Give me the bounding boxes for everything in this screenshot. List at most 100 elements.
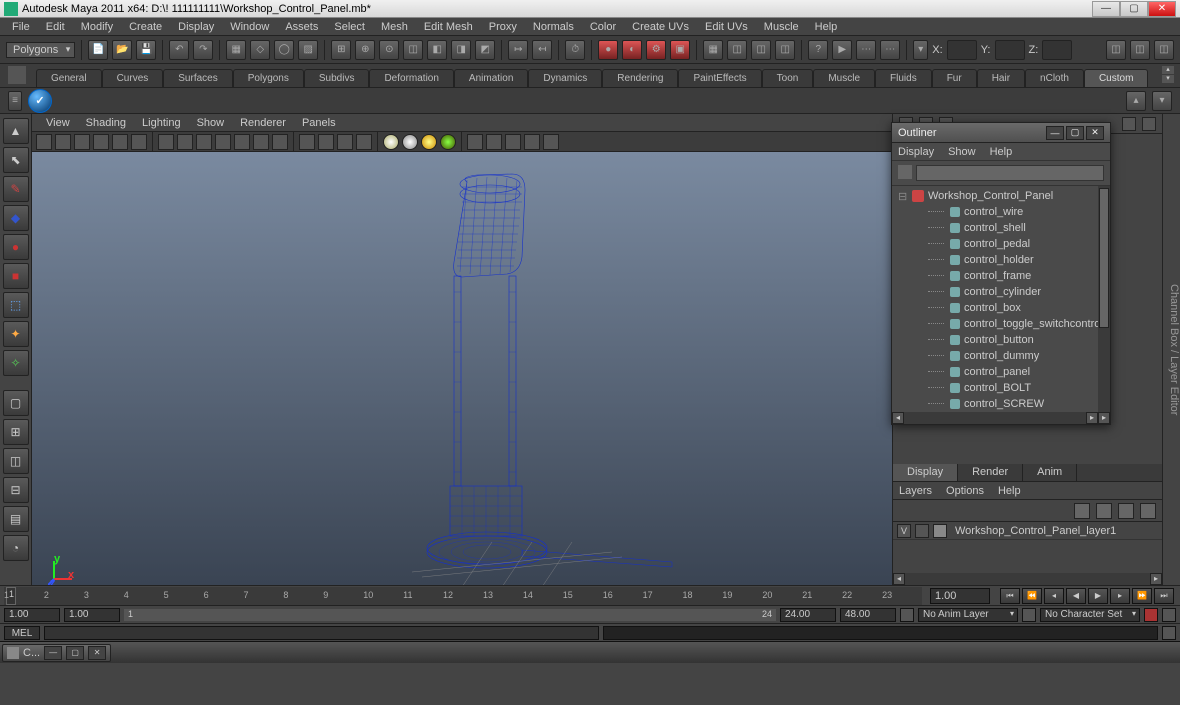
layer-vis-toggle[interactable]: V xyxy=(897,524,911,538)
new-scene-icon[interactable]: 📄 xyxy=(88,40,108,60)
input-mode-icon[interactable]: ▾ xyxy=(913,40,928,60)
charset-dropdown[interactable]: No Character Set xyxy=(1040,608,1140,622)
goto-end-icon[interactable]: ⏭ xyxy=(1154,588,1174,604)
outliner-item[interactable]: control_cylinder xyxy=(892,284,1110,300)
menu-modify[interactable]: Modify xyxy=(73,19,121,35)
snap-misc-icon[interactable]: ◩ xyxy=(475,40,495,60)
menu-edit[interactable]: Edit xyxy=(38,19,73,35)
shelf-tab-deformation[interactable]: Deformation xyxy=(369,69,453,87)
shelf-options-icon[interactable] xyxy=(8,66,26,84)
custom-shelf-icon[interactable]: ✓ xyxy=(28,89,52,113)
vp-menu-renderer[interactable]: Renderer xyxy=(232,115,294,131)
outliner-item[interactable]: control_shell xyxy=(892,220,1110,236)
autokey-icon[interactable] xyxy=(1144,608,1158,622)
layers-menu-help[interactable]: Help xyxy=(998,485,1021,497)
outliner-tree[interactable]: ⊟ Workshop_Control_Panel control_wirecon… xyxy=(892,186,1110,412)
expand-icon[interactable]: ⊟ xyxy=(898,190,908,203)
vp-shadow-icon[interactable] xyxy=(253,134,269,150)
shelf-end2-icon[interactable]: ▾ xyxy=(1152,91,1172,111)
shelf-tab-fluids[interactable]: Fluids xyxy=(875,69,932,87)
shelf-tab-curves[interactable]: Curves xyxy=(102,69,164,87)
layer-add-icon[interactable] xyxy=(1096,503,1112,519)
side-tab-channelbox[interactable]: Channel Box / Layer Editor xyxy=(1168,284,1180,415)
move-tool-icon[interactable]: ◆ xyxy=(3,205,29,231)
manip-tool-icon[interactable]: ⬚ xyxy=(3,292,29,318)
vp-iso-icon[interactable] xyxy=(299,134,315,150)
scroll-right-icon[interactable]: ▸ xyxy=(1086,412,1098,424)
playback-end-field[interactable] xyxy=(780,608,836,622)
outliner-item[interactable]: control_frame xyxy=(892,268,1110,284)
vp-cam-icon[interactable] xyxy=(318,134,334,150)
playblast-icon[interactable]: ▶ xyxy=(832,40,852,60)
snap-live-icon[interactable]: ◨ xyxy=(451,40,471,60)
layer-color-swatch[interactable] xyxy=(933,524,947,538)
panel3-icon[interactable]: ◫ xyxy=(775,40,795,60)
vp-sphere1-icon[interactable] xyxy=(383,134,399,150)
shelf-tab-general[interactable]: General xyxy=(36,69,102,87)
vp-misc3-icon[interactable] xyxy=(505,134,521,150)
rotate-tool-icon[interactable]: ● xyxy=(3,234,29,260)
hypershade-icon[interactable]: ▦ xyxy=(703,40,723,60)
scroll-left-icon[interactable]: ◂ xyxy=(893,573,905,585)
menu-muscle[interactable]: Muscle xyxy=(756,19,807,35)
outliner-min-icon[interactable]: — xyxy=(1046,126,1064,140)
sidebar-toggle3-icon[interactable]: ◫ xyxy=(1154,40,1174,60)
menu-create[interactable]: Create xyxy=(121,19,170,35)
layer-down-icon[interactable] xyxy=(1140,503,1156,519)
misc2-icon[interactable]: ⋯ xyxy=(880,40,900,60)
outliner-root-row[interactable]: ⊟ Workshop_Control_Panel xyxy=(892,188,1110,204)
vp-grid-icon[interactable] xyxy=(158,134,174,150)
maximize-button[interactable]: ▢ xyxy=(1120,1,1148,17)
coord-y-input[interactable] xyxy=(995,40,1025,60)
sidebar-toggle2-icon[interactable]: ◫ xyxy=(1130,40,1150,60)
quick-help-icon[interactable]: ? xyxy=(808,40,828,60)
vp-sphere3-icon[interactable] xyxy=(421,134,437,150)
animlayer-opts-icon[interactable] xyxy=(1022,608,1036,622)
vp-menu-lighting[interactable]: Lighting xyxy=(134,115,189,131)
render-view-icon[interactable]: ▣ xyxy=(670,40,690,60)
misc-icon[interactable]: ⋯ xyxy=(856,40,876,60)
shelf-scroll-down-icon[interactable]: ▾ xyxy=(1162,75,1174,83)
open-scene-icon[interactable]: 📂 xyxy=(112,40,132,60)
layout-misc-icon[interactable]: ◔ xyxy=(3,535,29,561)
vp-misc5-icon[interactable] xyxy=(543,134,559,150)
shelf-tab-surfaces[interactable]: Surfaces xyxy=(163,69,232,87)
layer-up-icon[interactable] xyxy=(1118,503,1134,519)
shelf-handle-icon[interactable]: ≡ xyxy=(8,91,22,111)
shelf-tab-rendering[interactable]: Rendering xyxy=(602,69,678,87)
coord-x-input[interactable] xyxy=(947,40,977,60)
layer-new-icon[interactable] xyxy=(1074,503,1090,519)
scroll-left-icon[interactable]: ◂ xyxy=(892,412,904,424)
outliner-item[interactable]: control_SCREW xyxy=(892,396,1110,412)
vp-btn6-icon[interactable] xyxy=(131,134,147,150)
vp-wire-icon[interactable] xyxy=(177,134,193,150)
outliner-item[interactable]: control_holder xyxy=(892,252,1110,268)
soft-select-icon[interactable]: ✦ xyxy=(3,321,29,347)
panel2-icon[interactable]: ◫ xyxy=(751,40,771,60)
lasso-icon[interactable]: ◯ xyxy=(274,40,294,60)
menuset-dropdown[interactable]: Polygons xyxy=(6,42,75,58)
step-fwd-key-icon[interactable]: ⏩ xyxy=(1132,588,1152,604)
menu-color[interactable]: Color xyxy=(582,19,624,35)
outliner-menu-display[interactable]: Display xyxy=(898,146,934,158)
sidebar-toggle1-icon[interactable]: ◫ xyxy=(1106,40,1126,60)
select-tool-icon[interactable]: ◇ xyxy=(250,40,270,60)
shelf-end1-icon[interactable]: ▴ xyxy=(1126,91,1146,111)
vp-misc4-icon[interactable] xyxy=(524,134,540,150)
vp-btn2-icon[interactable] xyxy=(55,134,71,150)
layers-menu-layers[interactable]: Layers xyxy=(899,485,932,497)
layout-two-icon[interactable]: ◫ xyxy=(3,448,29,474)
outliner-item[interactable]: control_box xyxy=(892,300,1110,316)
snap-curve-icon[interactable]: ⊕ xyxy=(355,40,375,60)
layers-menu-options[interactable]: Options xyxy=(946,485,984,497)
paint-select-icon[interactable]: ▨ xyxy=(298,40,318,60)
taskbar-max-icon[interactable]: ▢ xyxy=(66,646,84,660)
vp-tex-icon[interactable] xyxy=(215,134,231,150)
construction-history-icon[interactable]: ⏱ xyxy=(565,40,585,60)
layers-hscroll[interactable]: ◂ ▸ xyxy=(893,573,1162,585)
close-panel-icon[interactable] xyxy=(1122,117,1136,131)
outliner-filter-icon[interactable] xyxy=(898,165,912,179)
layers-tab-display[interactable]: Display xyxy=(893,464,958,481)
script-editor-icon[interactable] xyxy=(1162,626,1176,640)
layout-persp-icon[interactable]: ▤ xyxy=(3,506,29,532)
